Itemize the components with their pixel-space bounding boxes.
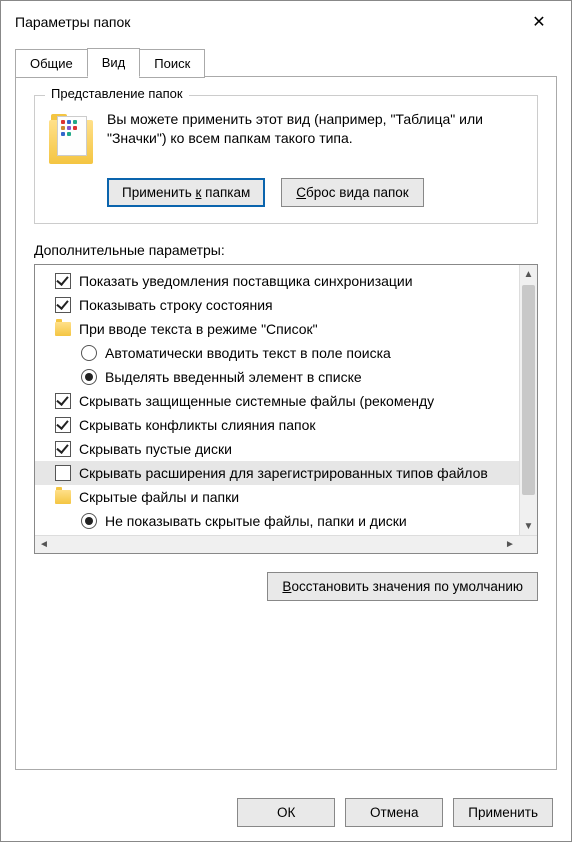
tree-item-label: Скрытые файлы и папки bbox=[79, 489, 239, 505]
group-legend: Представление папок bbox=[45, 86, 189, 101]
tree-item[interactable]: Скрывать защищенные системные файлы (рек… bbox=[35, 389, 537, 413]
ok-button[interactable]: ОК bbox=[237, 798, 335, 827]
dialog-body: Общие Вид Поиск Представление папок bbox=[1, 43, 571, 784]
dialog-window: Параметры папок ✕ Общие Вид Поиск Предст… bbox=[0, 0, 572, 842]
dialog-title: Параметры папок bbox=[15, 14, 519, 30]
scroll-up-icon: ▲ bbox=[520, 265, 537, 283]
tree-item[interactable]: Выделять введенный элемент в списке bbox=[35, 365, 537, 389]
tree-item-label: Скрывать расширения для зарегистрированн… bbox=[79, 465, 488, 481]
tree-item[interactable]: Скрывать пустые диски bbox=[35, 437, 537, 461]
folder-views-group: Представление папок bbox=[34, 95, 538, 224]
group-text: Вы можете применить этот вид (например, … bbox=[107, 110, 523, 164]
tree-item[interactable]: Скрывать конфликты слияния папок bbox=[35, 413, 537, 437]
vertical-scrollbar[interactable]: ▲ ▼ bbox=[519, 265, 537, 535]
tree-item[interactable]: Показать уведомления поставщика синхрони… bbox=[35, 269, 537, 293]
checkbox[interactable] bbox=[55, 441, 71, 457]
tree-item-label: Показать уведомления поставщика синхрони… bbox=[79, 273, 413, 289]
tree-item-label: Автоматически вводить текст в поле поиск… bbox=[105, 345, 391, 361]
titlebar: Параметры папок ✕ bbox=[1, 1, 571, 43]
dialog-buttons: ОК Отмена Применить bbox=[1, 784, 571, 841]
treeview-content[interactable]: Показать уведомления поставщика синхрони… bbox=[35, 265, 537, 535]
tree-item-label: Показывать строку состояния bbox=[79, 297, 273, 313]
tree-item[interactable]: Скрывать расширения для зарегистрированн… bbox=[35, 461, 537, 485]
checkbox[interactable] bbox=[55, 393, 71, 409]
tab-general[interactable]: Общие bbox=[15, 49, 88, 78]
horizontal-scrollbar[interactable]: ◄ ► bbox=[35, 535, 537, 553]
checkbox[interactable] bbox=[55, 465, 71, 481]
scroll-thumb[interactable] bbox=[522, 285, 535, 495]
close-icon: ✕ bbox=[532, 12, 545, 32]
radio[interactable] bbox=[81, 513, 97, 529]
tab-bar: Общие Вид Поиск bbox=[15, 47, 557, 76]
tree-item[interactable]: Скрытые файлы и папки bbox=[35, 485, 537, 509]
tab-search[interactable]: Поиск bbox=[139, 49, 205, 78]
tab-pane-view: Представление папок bbox=[15, 76, 557, 770]
scroll-right-icon: ► bbox=[501, 536, 519, 554]
checkbox[interactable] bbox=[55, 273, 71, 289]
scroll-left-icon: ◄ bbox=[35, 536, 53, 554]
folder-icon bbox=[55, 322, 71, 336]
tree-item[interactable]: Не показывать скрытые файлы, папки и дис… bbox=[35, 509, 537, 533]
radio[interactable] bbox=[81, 345, 97, 361]
checkbox[interactable] bbox=[55, 417, 71, 433]
tree-item-label: Скрывать пустые диски bbox=[79, 441, 232, 457]
tab-view[interactable]: Вид bbox=[87, 48, 141, 77]
tree-item-label: Не показывать скрытые файлы, папки и дис… bbox=[105, 513, 407, 529]
tree-item-label: Выделять введенный элемент в списке bbox=[105, 369, 362, 385]
tree-item[interactable]: Автоматически вводить текст в поле поиск… bbox=[35, 341, 537, 365]
folder-icon bbox=[55, 490, 71, 504]
reset-folders-button[interactable]: Сброс вида папок bbox=[281, 178, 423, 207]
tree-item-label: При вводе текста в режиме "Список" bbox=[79, 321, 318, 337]
close-button[interactable]: ✕ bbox=[519, 6, 559, 38]
tree-item-label: Скрывать конфликты слияния папок bbox=[79, 417, 316, 433]
checkbox[interactable] bbox=[55, 297, 71, 313]
restore-defaults-button[interactable]: Восстановить значения по умолчанию bbox=[267, 572, 538, 601]
apply-to-folders-button[interactable]: Применить к папкам bbox=[107, 178, 265, 207]
radio[interactable] bbox=[81, 369, 97, 385]
scroll-down-icon: ▼ bbox=[520, 517, 537, 535]
advanced-settings-label: Дополнительные параметры: bbox=[34, 242, 538, 258]
tree-item-label: Скрывать защищенные системные файлы (рек… bbox=[79, 393, 434, 409]
advanced-settings-tree: Показать уведомления поставщика синхрони… bbox=[34, 264, 538, 554]
cancel-button[interactable]: Отмена bbox=[345, 798, 443, 827]
apply-button[interactable]: Применить bbox=[453, 798, 553, 827]
tree-item[interactable]: Показывать строку состояния bbox=[35, 293, 537, 317]
folder-icon bbox=[49, 112, 93, 164]
tree-item[interactable]: При вводе текста в режиме "Список" bbox=[35, 317, 537, 341]
